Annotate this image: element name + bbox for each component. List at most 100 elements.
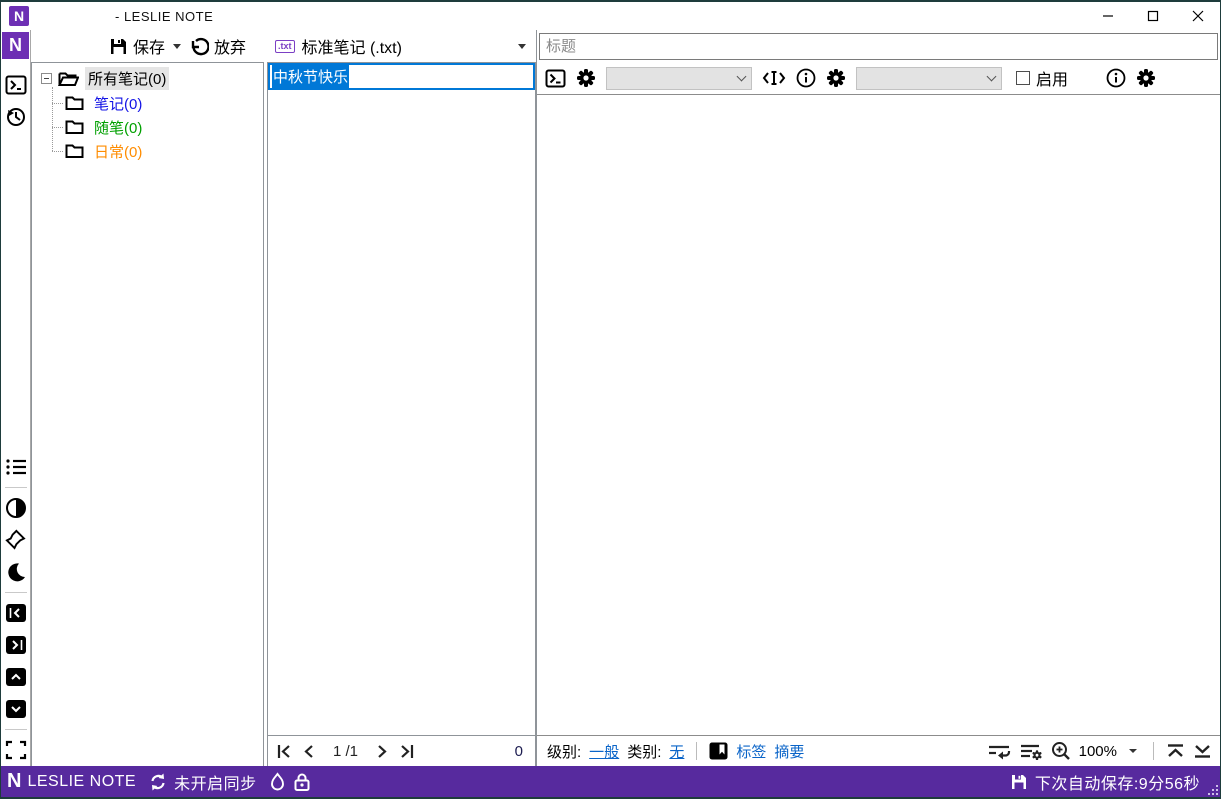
gear-icon: [1137, 69, 1156, 87]
gear-icon: [827, 69, 845, 87]
save-button[interactable]: 保存: [109, 34, 165, 58]
tags-link[interactable]: 标签: [736, 741, 766, 762]
zoom-level[interactable]: 100%: [1079, 743, 1117, 760]
plugin-dropdown-2[interactable]: [856, 66, 1002, 90]
tree-item-label[interactable]: 日常(0): [91, 140, 145, 163]
collapse-right-panel-button[interactable]: [3, 632, 29, 658]
tree-item-label[interactable]: 随笔(0): [91, 116, 145, 139]
tree-item-daily[interactable]: 日常(0): [32, 139, 263, 163]
main-toolbar: 保存 放弃: [31, 30, 267, 62]
note-content-area[interactable]: [537, 95, 1220, 735]
zoom-in-icon: [1051, 742, 1070, 760]
minimize-icon: [1102, 15, 1113, 17]
plugin-dropdown-1[interactable]: [606, 66, 752, 90]
note-type-label: 标准笔记 (.txt): [301, 40, 402, 57]
plugin-settings-button-3[interactable]: [1136, 68, 1156, 88]
enable-toggle[interactable]: 启用: [1016, 66, 1068, 90]
save-icon: [111, 38, 126, 54]
lock-icon: [294, 773, 310, 791]
sidebar-separator: [4, 487, 27, 488]
hot-reload-indicator[interactable]: [269, 771, 286, 792]
level-link[interactable]: 一般: [589, 741, 619, 762]
maximize-button[interactable]: [1130, 2, 1175, 30]
discard-button[interactable]: 放弃: [189, 34, 246, 58]
text-cursor-icon: [762, 71, 786, 85]
prev-page-button[interactable]: [302, 743, 315, 760]
pin-button[interactable]: [3, 527, 29, 553]
collapse-top-panel-button[interactable]: [3, 664, 29, 690]
editor-bottombar: 级别: 一般 类别: 无 标签 摘要 100%: [537, 735, 1220, 766]
word-wrap-button[interactable]: [987, 742, 1011, 760]
note-type-caret-icon[interactable]: [518, 43, 526, 49]
tree-item-all-notes[interactable]: 所有笔记(0): [32, 66, 263, 91]
save-dropdown-caret[interactable]: [173, 43, 182, 49]
text-cursor-button[interactable]: [762, 69, 786, 87]
dark-mode-button[interactable]: [3, 559, 29, 585]
scroll-to-top-button[interactable]: [1166, 743, 1185, 759]
collapse-right-icon: [5, 636, 26, 654]
collapse-expander-icon[interactable]: [41, 73, 52, 84]
note-title-edit-field[interactable]: 中秋节快乐: [268, 63, 535, 90]
plugin-settings-button-1[interactable]: [576, 68, 596, 88]
collapse-left-icon: [5, 604, 26, 622]
icon-sidebar: N: [1, 30, 31, 766]
sync-status[interactable]: 未开启同步: [148, 770, 257, 794]
sync-icon: [151, 773, 165, 790]
sidebar-app-logo[interactable]: N: [2, 32, 29, 59]
note-type-selector[interactable]: .txt 标准笔记 (.txt): [267, 30, 536, 62]
info-button-1[interactable]: [796, 68, 816, 88]
folder-icon: [65, 96, 84, 110]
lock-indicator[interactable]: [292, 772, 312, 792]
collapse-bottom-icon: [5, 700, 26, 718]
minimize-button[interactable]: [1085, 2, 1130, 30]
history-button[interactable]: [3, 104, 29, 130]
app-logo-icon: N: [9, 6, 29, 26]
folder-tree: 所有笔记(0) 笔记(0) 随笔(0) 日常(0): [31, 62, 264, 766]
enable-checkbox[interactable]: [1016, 71, 1030, 85]
list-settings-button[interactable]: [1019, 742, 1043, 760]
total-pages: /1: [345, 742, 359, 760]
scroll-top-icon: [1168, 744, 1183, 757]
zoom-in-button[interactable]: [1051, 741, 1071, 761]
tree-item-label[interactable]: 笔记(0): [91, 92, 145, 115]
first-page-icon: [277, 744, 290, 758]
category-link[interactable]: 无: [669, 741, 684, 762]
statusbar: N LESLIE NOTE 未开启同步 下次自动保存:9分56秒: [1, 766, 1220, 797]
tree-item-notes[interactable]: 笔记(0): [32, 91, 263, 115]
scroll-to-bottom-button[interactable]: [1193, 743, 1212, 759]
plugin-settings-button-2[interactable]: [826, 68, 846, 88]
tree-item-label[interactable]: 所有笔记(0): [85, 67, 170, 90]
contrast-icon: [5, 498, 26, 518]
collapse-bottom-panel-button[interactable]: [3, 696, 29, 722]
contrast-button[interactable]: [3, 495, 29, 521]
tree-item-essays[interactable]: 随笔(0): [32, 115, 263, 139]
folder-column: 保存 放弃 所有笔记(0) 笔记(0) 随笔(0) 日常(0): [31, 30, 267, 766]
folder-icon: [65, 144, 84, 158]
autosave-status: 下次自动保存:9分56秒: [1010, 770, 1216, 794]
summary-link[interactable]: 摘要: [774, 741, 804, 762]
list-settings-icon: [1020, 744, 1042, 760]
run-command-button[interactable]: [545, 69, 566, 88]
close-button[interactable]: [1175, 2, 1220, 30]
moon-icon: [7, 563, 25, 582]
statusbar-app-logo: N: [7, 770, 22, 792]
resize-grip[interactable]: [1206, 783, 1218, 795]
editor-column: 启用 级别: 一般 类别: 无 标签 摘要: [536, 30, 1220, 766]
enable-label: 启用: [1036, 72, 1069, 89]
command-terminal-button[interactable]: [3, 72, 29, 98]
next-page-button[interactable]: [376, 743, 389, 760]
folder-icon: [65, 120, 84, 134]
terminal-icon: [545, 69, 566, 87]
last-page-button[interactable]: [399, 743, 415, 760]
undo-icon: [191, 37, 210, 55]
outline-list-button[interactable]: [3, 454, 29, 480]
info-button-2[interactable]: [1106, 68, 1126, 88]
note-list-column: .txt 标准笔记 (.txt) 中秋节快乐 1 /1 0: [267, 30, 536, 766]
first-page-button[interactable]: [276, 743, 292, 760]
collapse-left-panel-button[interactable]: [3, 600, 29, 626]
fullscreen-button[interactable]: [3, 737, 29, 763]
note-title-input[interactable]: [539, 33, 1218, 60]
zoom-caret-icon[interactable]: [1129, 749, 1137, 753]
word-wrap-icon: [988, 745, 1010, 760]
save-label: 保存: [133, 40, 166, 57]
